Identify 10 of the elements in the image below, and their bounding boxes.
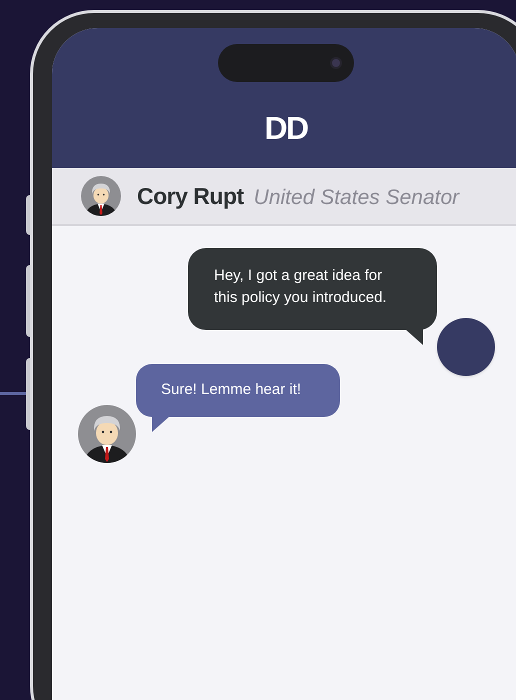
user-avatar bbox=[437, 318, 495, 376]
contact-name: Cory Rupt bbox=[137, 182, 244, 211]
person-avatar-icon bbox=[81, 176, 121, 216]
app-logo: DD bbox=[264, 112, 308, 144]
contact-title: United States Senator bbox=[254, 184, 460, 211]
received-message-bubble: Sure! Lemme hear it! bbox=[136, 364, 340, 417]
sent-message-bubble: Hey, I got a great idea for this policy you introduced. bbox=[188, 248, 437, 330]
bubble-tail bbox=[152, 416, 170, 432]
camera-lens-icon bbox=[330, 57, 342, 69]
bubble-tail bbox=[405, 329, 423, 345]
